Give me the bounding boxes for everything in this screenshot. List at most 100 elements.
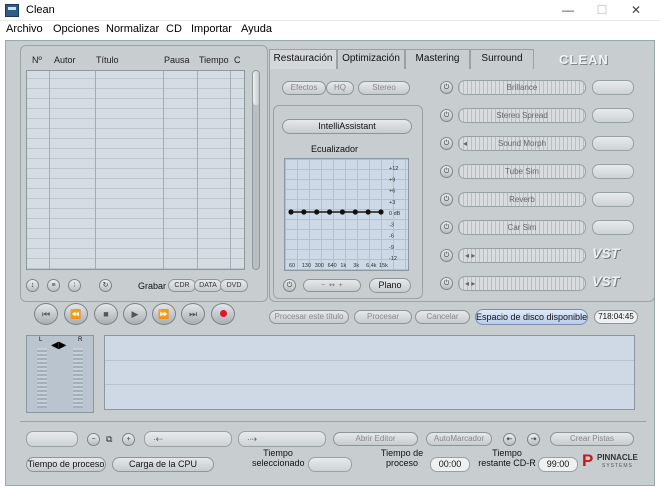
record-icon[interactable] bbox=[211, 303, 235, 325]
vst-power-icon[interactable]: ⏻ bbox=[440, 249, 453, 262]
track-field[interactable] bbox=[26, 431, 78, 447]
process-time-label: Tiempo de proceso bbox=[380, 448, 424, 468]
delete-icon[interactable]: ≡ bbox=[47, 279, 60, 292]
effect-slider[interactable]: Sound Morph ◂ bbox=[458, 136, 586, 151]
effect-preset-field[interactable] bbox=[592, 80, 634, 95]
col-autor[interactable]: Autor bbox=[54, 55, 76, 65]
minus-icon[interactable]: − bbox=[87, 433, 100, 446]
plus-icon[interactable]: + bbox=[122, 433, 135, 446]
record-cdr-button[interactable]: CDR bbox=[168, 279, 196, 292]
eq-freq-label: 1k bbox=[340, 263, 346, 269]
scrollbar-thumb[interactable] bbox=[253, 71, 259, 105]
open-editor-button[interactable]: Abrir Editor bbox=[333, 432, 418, 446]
hq-button[interactable]: HQ bbox=[326, 81, 354, 95]
effect-power-icon[interactable]: ⏻ bbox=[440, 81, 453, 94]
prev-marker-icon[interactable]: ⇤ bbox=[503, 433, 516, 446]
effect-slider[interactable]: Stereo Spread bbox=[458, 108, 586, 123]
process-this-title-button[interactable]: Procesar este título bbox=[269, 310, 349, 324]
play-icon[interactable]: ▶ bbox=[123, 303, 147, 325]
next-marker-icon[interactable]: ⇥ bbox=[527, 433, 540, 446]
menu-ayuda[interactable]: Ayuda bbox=[241, 23, 272, 35]
menu-archivo[interactable]: Archivo bbox=[6, 23, 43, 35]
effect-preset-field[interactable] bbox=[592, 220, 634, 235]
pause-insert-icon[interactable]: ∶ bbox=[68, 279, 81, 292]
effect-slider[interactable]: Tube Sim bbox=[458, 164, 586, 179]
cancel-button[interactable]: Cancelar bbox=[415, 310, 470, 324]
copy-icon[interactable]: ⧉ bbox=[106, 434, 112, 445]
col-c[interactable]: C bbox=[234, 55, 241, 65]
eq-power-icon[interactable]: ⏻ bbox=[283, 279, 296, 292]
effect-power-icon[interactable]: ⏻ bbox=[440, 193, 453, 206]
tab-mastering[interactable]: Mastering bbox=[405, 49, 470, 69]
eq-band-point[interactable] bbox=[339, 209, 346, 215]
vst-slider[interactable]: ◂ ▸ bbox=[458, 276, 586, 291]
eq-band-point[interactable] bbox=[378, 209, 384, 215]
effect-power-icon[interactable]: ⏻ bbox=[440, 221, 453, 234]
eq-preset-button[interactable]: Plano bbox=[369, 278, 411, 293]
fast-forward-icon[interactable]: ⏩ bbox=[152, 303, 176, 325]
rewind-start-icon[interactable]: ⏮ bbox=[34, 303, 58, 325]
eq-band-point[interactable] bbox=[326, 209, 333, 215]
eq-band-point[interactable] bbox=[288, 209, 294, 215]
selected-time-field bbox=[308, 457, 352, 472]
eq-band-point[interactable] bbox=[301, 209, 307, 215]
equalizer-graph[interactable]: +12 +9 +6 +3 0 dB -3 -6 -9 -12 60 130 300 640 1k 3k 6.4… bbox=[284, 158, 409, 271]
menu-opciones[interactable]: Opciones bbox=[53, 23, 99, 35]
skip-end-icon[interactable]: ⏭ bbox=[181, 303, 205, 325]
col-pausa[interactable]: Pausa bbox=[164, 55, 190, 65]
vst-slider[interactable]: ◂ ▸ bbox=[458, 248, 586, 263]
effect-power-icon[interactable]: ⏻ bbox=[440, 165, 453, 178]
eq-band-point[interactable] bbox=[352, 209, 358, 215]
fade-in-field[interactable]: ∙⇠ bbox=[144, 431, 232, 447]
eq-band-point[interactable] bbox=[314, 209, 320, 215]
close-icon[interactable]: ✕ bbox=[619, 0, 653, 21]
effect-slider[interactable]: Brillance bbox=[458, 80, 586, 95]
menu-importar[interactable]: Importar bbox=[191, 23, 232, 35]
maximize-icon[interactable]: ☐ bbox=[585, 0, 619, 21]
effect-slider[interactable]: Car Sim bbox=[458, 220, 586, 235]
effect-handle-icon[interactable]: ◂ bbox=[463, 137, 467, 150]
effect-power-icon[interactable]: ⏻ bbox=[440, 137, 453, 150]
effect-slider[interactable]: Reverb bbox=[458, 192, 586, 207]
pinnacle-sub: SYSTEMS bbox=[602, 463, 633, 469]
col-titulo[interactable]: Título bbox=[96, 55, 119, 65]
loop-icon[interactable]: ↻ bbox=[99, 279, 112, 292]
col-numero[interactable]: Nº bbox=[32, 55, 42, 65]
effect-preset-field[interactable] bbox=[592, 108, 634, 123]
create-tracks-button[interactable]: Crear Pistas bbox=[550, 432, 634, 446]
eq-controls[interactable]: − ↭ + bbox=[303, 279, 361, 292]
minimize-icon[interactable]: — bbox=[551, 0, 585, 21]
eq-band-point[interactable] bbox=[365, 209, 371, 215]
tab-restauracion[interactable]: Restauración bbox=[269, 49, 337, 69]
record-data-button[interactable]: DATA bbox=[194, 279, 222, 292]
eq-curve[interactable]: +12 +9 +6 +3 0 dB -3 -6 -9 -12 60 130 300 640 1k 3k 6.4… bbox=[285, 159, 410, 272]
tab-surround[interactable]: Surround bbox=[470, 49, 534, 69]
effect-preset-field[interactable] bbox=[592, 192, 634, 207]
eq-db-label: -6 bbox=[389, 234, 394, 240]
level-meter: L R ◀▶ bbox=[26, 335, 94, 413]
disk-space-button[interactable]: Espacio de disco disponible bbox=[475, 309, 588, 325]
tab-optimizacion[interactable]: Optimización bbox=[337, 49, 405, 69]
effect-preset-field[interactable] bbox=[592, 136, 634, 151]
stop-icon[interactable]: ■ bbox=[94, 303, 118, 325]
stereo-button[interactable]: Stereo bbox=[358, 81, 410, 95]
col-tiempo[interactable]: Tiempo bbox=[199, 55, 229, 65]
effect-power-icon[interactable]: ⏻ bbox=[440, 109, 453, 122]
automarcador-button[interactable]: AutoMarcador bbox=[426, 432, 492, 446]
record-dvd-button[interactable]: DVD bbox=[220, 279, 248, 292]
effects-button[interactable]: Efectos bbox=[282, 81, 326, 95]
cpu-load-button[interactable]: Carga de la CPU bbox=[112, 457, 214, 472]
fade-out-field[interactable]: ∙⇢ bbox=[238, 431, 326, 447]
vst-power-icon[interactable]: ⏻ bbox=[440, 277, 453, 290]
playlist-scrollbar[interactable] bbox=[252, 70, 260, 270]
move-icon[interactable]: ↕ bbox=[26, 279, 39, 292]
disk-time-display: 718:04:45 bbox=[594, 310, 638, 324]
menu-cd[interactable]: CD bbox=[166, 23, 182, 35]
playlist-table[interactable] bbox=[26, 70, 245, 270]
effect-preset-field[interactable] bbox=[592, 164, 634, 179]
process-button[interactable]: Procesar bbox=[354, 310, 412, 324]
processing-time-button[interactable]: Tiempo de proceso bbox=[26, 457, 106, 472]
menu-normalizar[interactable]: Normalizar bbox=[106, 23, 159, 35]
rewind-icon[interactable]: ⏪ bbox=[64, 303, 88, 325]
intelliassistant-button[interactable]: IntelliAssistant bbox=[282, 119, 412, 134]
